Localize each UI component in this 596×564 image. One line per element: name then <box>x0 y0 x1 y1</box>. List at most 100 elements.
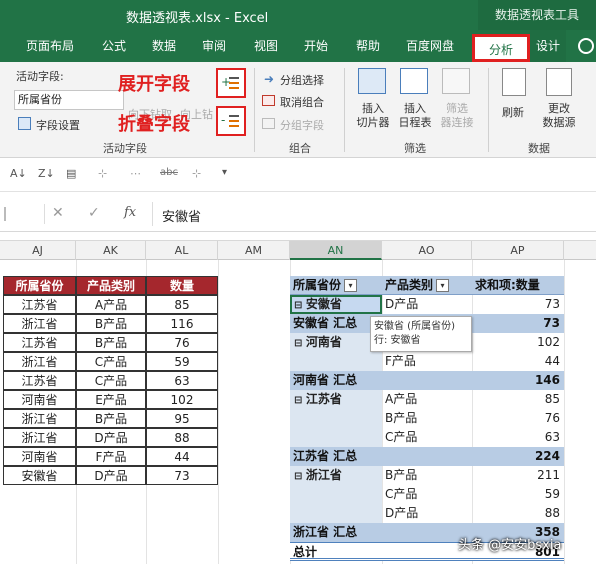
pivot-product-cell[interactable]: F产品 <box>382 352 472 371</box>
strikethrough-icon[interactable]: abc <box>160 167 178 178</box>
expand-field-button[interactable]: + <box>216 68 246 98</box>
pivot-value-cell[interactable]: 63 <box>472 428 564 447</box>
customize-qat-icon[interactable]: ▾ <box>222 167 227 178</box>
pivot-product-cell[interactable]: B产品 <box>382 409 472 428</box>
source-cell[interactable]: 河南省 <box>3 390 76 409</box>
sort-ascending-icon[interactable]: A↓ <box>10 167 27 180</box>
lightbulb-icon[interactable] <box>578 38 594 54</box>
source-cell[interactable]: 江苏省 <box>3 371 76 390</box>
pivot-subtotal-value[interactable]: 73 <box>472 314 564 333</box>
pivot-row-label[interactable] <box>290 504 382 523</box>
pivot-row-label[interactable]: ⊟ 江苏省 <box>290 390 382 409</box>
pivot-product-cell[interactable]: B产品 <box>382 466 472 485</box>
collapse-toggle-icon[interactable]: ⊟ <box>294 300 306 311</box>
field-settings-button[interactable]: 字段设置 <box>36 117 80 133</box>
source-cell[interactable]: 102 <box>146 390 218 409</box>
pivot-subtotal-label[interactable]: 江苏省 汇总 <box>290 447 472 466</box>
tab-home[interactable]: 开始 <box>294 30 338 62</box>
pivot-header-cell[interactable]: 求和项:数量 <box>472 276 564 295</box>
filter-dropdown-icon[interactable]: ▾ <box>344 279 358 292</box>
pivot-value-cell[interactable]: 211 <box>472 466 564 485</box>
source-cell[interactable]: 浙江省 <box>3 314 76 333</box>
filter-dropdown-icon[interactable]: ▾ <box>436 279 450 292</box>
distribute-icon[interactable]: ⋯ <box>130 167 141 180</box>
pivot-row-label[interactable] <box>290 428 382 447</box>
source-cell[interactable]: E产品 <box>76 390 146 409</box>
source-cell[interactable]: 江苏省 <box>3 333 76 352</box>
source-cell[interactable]: 浙江省 <box>3 428 76 447</box>
tab-design[interactable]: 设计 <box>530 30 566 62</box>
tab-help[interactable]: 帮助 <box>346 30 390 62</box>
pivot-row-label[interactable] <box>290 485 382 504</box>
change-source-button[interactable]: 更改 数据源 <box>538 102 580 130</box>
column-header[interactable]: AN <box>290 241 382 260</box>
pivot-header-cell[interactable]: 所属省份 ▾ <box>290 276 382 295</box>
pivot-row-label[interactable]: ⊟ 河南省 <box>290 333 382 352</box>
collapse-toggle-icon[interactable]: ⊟ <box>294 338 306 349</box>
source-cell[interactable]: 浙江省 <box>3 409 76 428</box>
pivot-subtotal-value[interactable]: 146 <box>472 371 564 390</box>
source-cell[interactable]: 浙江省 <box>3 352 76 371</box>
source-cell[interactable]: D产品 <box>76 466 146 485</box>
pivot-product-cell[interactable]: D产品 <box>382 504 472 523</box>
pivot-value-cell[interactable]: 59 <box>472 485 564 504</box>
sort-descending-icon[interactable]: Z↓ <box>38 167 55 180</box>
tab-baidu-netdisk[interactable]: 百度网盘 <box>396 30 464 62</box>
insert-function-icon[interactable]: fx <box>124 205 136 220</box>
source-cell[interactable]: 44 <box>146 447 218 466</box>
source-cell[interactable]: 江苏省 <box>3 295 76 314</box>
group-selection-button[interactable]: 分组选择 <box>280 72 324 88</box>
pivot-value-cell[interactable]: 73 <box>472 295 564 314</box>
column-header[interactable]: AL <box>146 241 218 260</box>
pivot-value-cell[interactable]: 88 <box>472 504 564 523</box>
pivot-product-cell[interactable]: C产品 <box>382 485 472 504</box>
source-cell[interactable]: 河南省 <box>3 447 76 466</box>
pivot-grand-total-label[interactable]: 总计 <box>290 542 472 561</box>
source-cell[interactable]: D产品 <box>76 428 146 447</box>
column-header[interactable]: AJ <box>0 241 76 260</box>
column-header[interactable]: AP <box>472 241 564 260</box>
source-cell[interactable]: 88 <box>146 428 218 447</box>
align-icon[interactable]: ⊹ <box>192 167 201 180</box>
pivot-subtotal-label[interactable]: 浙江省 汇总 <box>290 523 472 542</box>
tab-review[interactable]: 审阅 <box>192 30 236 62</box>
source-cell[interactable]: C产品 <box>76 371 146 390</box>
pivot-value-cell[interactable]: 85 <box>472 390 564 409</box>
source-cell[interactable]: 63 <box>146 371 218 390</box>
pivot-subtotal-value[interactable]: 224 <box>472 447 564 466</box>
source-header-cell[interactable]: 产品类别 <box>76 276 146 295</box>
source-cell[interactable]: 95 <box>146 409 218 428</box>
cancel-icon[interactable]: ✕ <box>52 205 64 221</box>
source-cell[interactable]: 安徽省 <box>3 466 76 485</box>
source-header-cell[interactable]: 数量 <box>146 276 218 295</box>
column-header[interactable]: AO <box>382 241 472 260</box>
source-cell[interactable]: C产品 <box>76 352 146 371</box>
pivot-header-cell[interactable]: 产品类别 ▾ <box>382 276 472 295</box>
source-cell[interactable]: B产品 <box>76 314 146 333</box>
source-header-cell[interactable]: 所属省份 <box>3 276 76 295</box>
filter-connections-button[interactable]: 筛选 器连接 <box>438 102 476 130</box>
tab-view[interactable]: 视图 <box>244 30 288 62</box>
tab-formulas[interactable]: 公式 <box>92 30 136 62</box>
source-cell[interactable]: 116 <box>146 314 218 333</box>
formula-input[interactable]: 安徽省 <box>162 206 201 225</box>
expand-icon[interactable]: ⊹ <box>98 167 107 180</box>
form-icon[interactable]: ▤ <box>66 167 76 180</box>
source-cell[interactable]: 85 <box>146 295 218 314</box>
ungroup-button[interactable]: 取消组合 <box>280 94 324 110</box>
source-cell[interactable]: B产品 <box>76 333 146 352</box>
enter-icon[interactable]: ✓ <box>88 205 100 221</box>
insert-timeline-button[interactable]: 插入 日程表 <box>396 102 434 130</box>
pivot-row-label[interactable] <box>290 409 382 428</box>
column-header[interactable]: AK <box>76 241 146 260</box>
worksheet-grid[interactable]: 所属省份 产品类别 数量 江苏省 A产品 85 浙江省 B产品 116 江苏省 B产品 76 浙江省 C产… <box>0 260 596 564</box>
group-field-button[interactable]: 分组字段 <box>280 117 324 133</box>
collapse-toggle-icon[interactable]: ⊟ <box>294 395 306 406</box>
pivot-product-cell[interactable]: D产品 <box>382 295 472 314</box>
source-cell[interactable]: 73 <box>146 466 218 485</box>
tab-page-layout[interactable]: 页面布局 <box>14 30 86 62</box>
pivot-value-cell[interactable]: 44 <box>472 352 564 371</box>
pivot-product-cell[interactable]: A产品 <box>382 390 472 409</box>
collapse-field-button[interactable]: - <box>216 106 246 136</box>
source-cell[interactable]: B产品 <box>76 409 146 428</box>
